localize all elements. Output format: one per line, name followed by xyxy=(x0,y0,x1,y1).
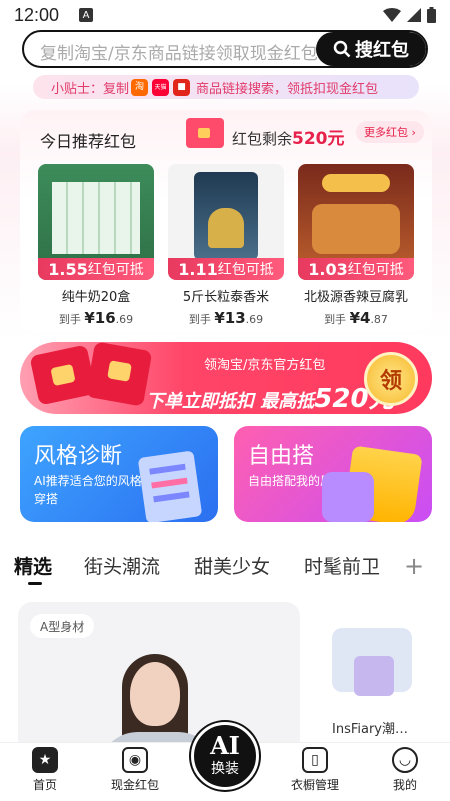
tryon-label: 换装 xyxy=(211,761,239,777)
price-int: 13 xyxy=(224,309,246,327)
tab-featured[interactable]: 精选 xyxy=(14,552,52,585)
product-price: 到手 ¥16.69 xyxy=(38,309,154,327)
red-packet-banner[interactable]: 领淘宝/京东官方红包 下单立即抵扣 最高抵520元 领 xyxy=(20,342,432,414)
search-button-label: 搜红包 xyxy=(355,40,409,61)
nav-wardrobe[interactable]: ▯ 衣橱管理 xyxy=(280,747,350,793)
style-diagnosis-card[interactable]: 风格诊断 AI推荐适合您的风格穿搭 xyxy=(20,426,218,522)
profile-icon: ◡ xyxy=(392,747,418,773)
price-prefix: 到手 xyxy=(188,313,211,326)
price-currency: ¥ xyxy=(84,309,95,327)
banner-line2: 下单立即抵扣 最高抵520元 xyxy=(146,378,395,414)
product-card[interactable]: 1.55 红包可抵 纯牛奶20盒 到手 ¥16.69 xyxy=(38,164,154,327)
tip-label: 小贴士：复制 xyxy=(51,81,130,97)
feature-title: 自由搭 xyxy=(248,444,315,469)
product-price: 到手 ¥13.69 xyxy=(168,309,284,327)
product-name: 北极源香辣豆腐乳 xyxy=(303,290,408,305)
jd-icon: ■ xyxy=(173,78,191,96)
nav-label: 我的 xyxy=(392,778,417,792)
search-icon xyxy=(333,40,351,58)
status-time: 12:00 xyxy=(14,4,60,25)
product-tag: 1.11 红包可抵 xyxy=(168,258,284,280)
nav-label: 首页 xyxy=(32,778,57,792)
search-bar[interactable]: 复制淘宝/京东商品链接领取现金红包 搜红包 xyxy=(22,30,428,68)
product-price: 到手 ¥4.87 xyxy=(298,309,414,327)
home-icon: ★ xyxy=(32,747,58,773)
red-envelope-icon xyxy=(29,344,97,406)
tag-text: 红包可抵 xyxy=(87,262,144,278)
banner-line1: 领淘宝/京东官方红包 xyxy=(204,358,326,373)
nav-profile[interactable]: ◡ 我的 xyxy=(370,747,440,793)
nav-home[interactable]: ★ 首页 xyxy=(10,747,80,793)
search-button[interactable]: 搜红包 xyxy=(316,32,426,66)
tag-text: 红包可抵 xyxy=(347,262,404,278)
feature-subtitle: AI推荐适合您的风格穿搭 xyxy=(34,474,142,506)
tmall-icon: 天猫 xyxy=(152,78,170,96)
product-tag: 1.03 红包可抵 xyxy=(298,258,414,280)
product-image: 1.03 红包可抵 xyxy=(298,164,414,280)
price-prefix: 到手 xyxy=(324,313,347,326)
red-envelope-icon xyxy=(186,118,224,148)
remain-label: 红包剩余 xyxy=(232,130,293,148)
price-dec: .87 xyxy=(370,313,388,326)
search-input[interactable]: 复制淘宝/京东商品链接领取现金红包 xyxy=(40,39,330,64)
nav-label: 现金红包 xyxy=(110,778,159,792)
red-envelope-icon xyxy=(85,342,153,407)
product-name: 5斤长粒泰香米 xyxy=(182,290,270,305)
price-dec: .69 xyxy=(115,313,134,326)
clipboard-icon xyxy=(137,450,203,522)
notification-icon: A xyxy=(79,8,94,22)
more-red-packets-button[interactable]: 更多红包 › xyxy=(356,121,424,143)
tag-value: 1.11 xyxy=(178,259,218,279)
price-int: 4 xyxy=(360,309,371,327)
tab-sweet[interactable]: 甜美少女 xyxy=(194,552,270,579)
product-card[interactable]: 1.11 红包可抵 5斤长粒泰香米 到手 ¥13.69 xyxy=(168,164,284,327)
tip-text: 商品链接搜索，领抵扣现金红包 xyxy=(196,81,379,97)
product-card[interactable]: 1.03 红包可抵 北极源香辣豆腐乳 到手 ¥4.87 xyxy=(298,164,414,327)
ai-tryon-button[interactable]: AI 换装 xyxy=(191,722,259,790)
price-prefix: 到手 xyxy=(58,313,81,326)
remain-text: 红包剩余520元 xyxy=(232,124,345,149)
tag-value: 1.03 xyxy=(308,259,348,279)
recommend-card: 今日推荐红包 红包剩余520元 更多红包 › 1.55 红包可抵 纯牛奶20盒 到… xyxy=(20,110,432,332)
product-name: 纯牛奶20盒 xyxy=(61,290,131,305)
tab-street[interactable]: 街头潮流 xyxy=(84,552,160,579)
product-image: 1.55 红包可抵 xyxy=(38,164,154,280)
price-dec: .69 xyxy=(245,313,264,326)
product-image: 1.11 红包可抵 xyxy=(168,164,284,280)
ai-label: AI xyxy=(210,731,240,760)
clothing-image[interactable] xyxy=(318,612,428,722)
battery-icon xyxy=(427,7,436,23)
taobao-icon: 淘 xyxy=(131,78,149,96)
feature-title: 风格诊断 xyxy=(34,444,123,469)
product-tag: 1.55 红包可抵 xyxy=(38,258,154,280)
style-tabs: 精选 街头潮流 甜美少女 时髦前卫 xyxy=(0,552,450,588)
tab-avant-garde[interactable]: 时髦前卫 xyxy=(304,552,380,579)
body-type-badge: A型身材 xyxy=(30,614,95,638)
tip-bar: 小贴士：复制 淘 天猫 ■ 商品链接搜索，领抵扣现金红包 xyxy=(33,75,419,99)
remain-value: 520元 xyxy=(292,129,345,149)
recommend-title: 今日推荐红包 xyxy=(40,132,137,151)
price-int: 16 xyxy=(94,309,116,327)
nav-label: 衣橱管理 xyxy=(290,778,339,792)
price-currency: ¥ xyxy=(349,309,360,327)
claim-button[interactable]: 领 xyxy=(364,352,418,406)
wardrobe-icon: ▯ xyxy=(302,747,328,773)
price-currency: ¥ xyxy=(214,309,225,327)
status-icons xyxy=(383,7,436,23)
nav-cash-red-packet[interactable]: ◉ 现金红包 xyxy=(100,747,170,793)
clothing-name: InsFiary潮… xyxy=(332,722,408,737)
status-bar: 12:00 A xyxy=(0,0,450,30)
clothing-inner xyxy=(354,656,394,696)
hoodie-icon xyxy=(322,472,374,522)
model-face xyxy=(130,662,180,726)
wifi-icon xyxy=(383,8,401,22)
tag-text: 红包可抵 xyxy=(217,262,274,278)
add-tab-button[interactable]: + xyxy=(404,552,424,580)
free-match-card[interactable]: 自由搭 自由搭配我的风格 xyxy=(234,426,432,522)
banner-line2-text: 下单立即抵扣 最高抵 xyxy=(146,391,315,412)
wallet-icon: ◉ xyxy=(122,747,148,773)
tag-value: 1.55 xyxy=(48,259,88,279)
signal-icon xyxy=(407,8,421,22)
